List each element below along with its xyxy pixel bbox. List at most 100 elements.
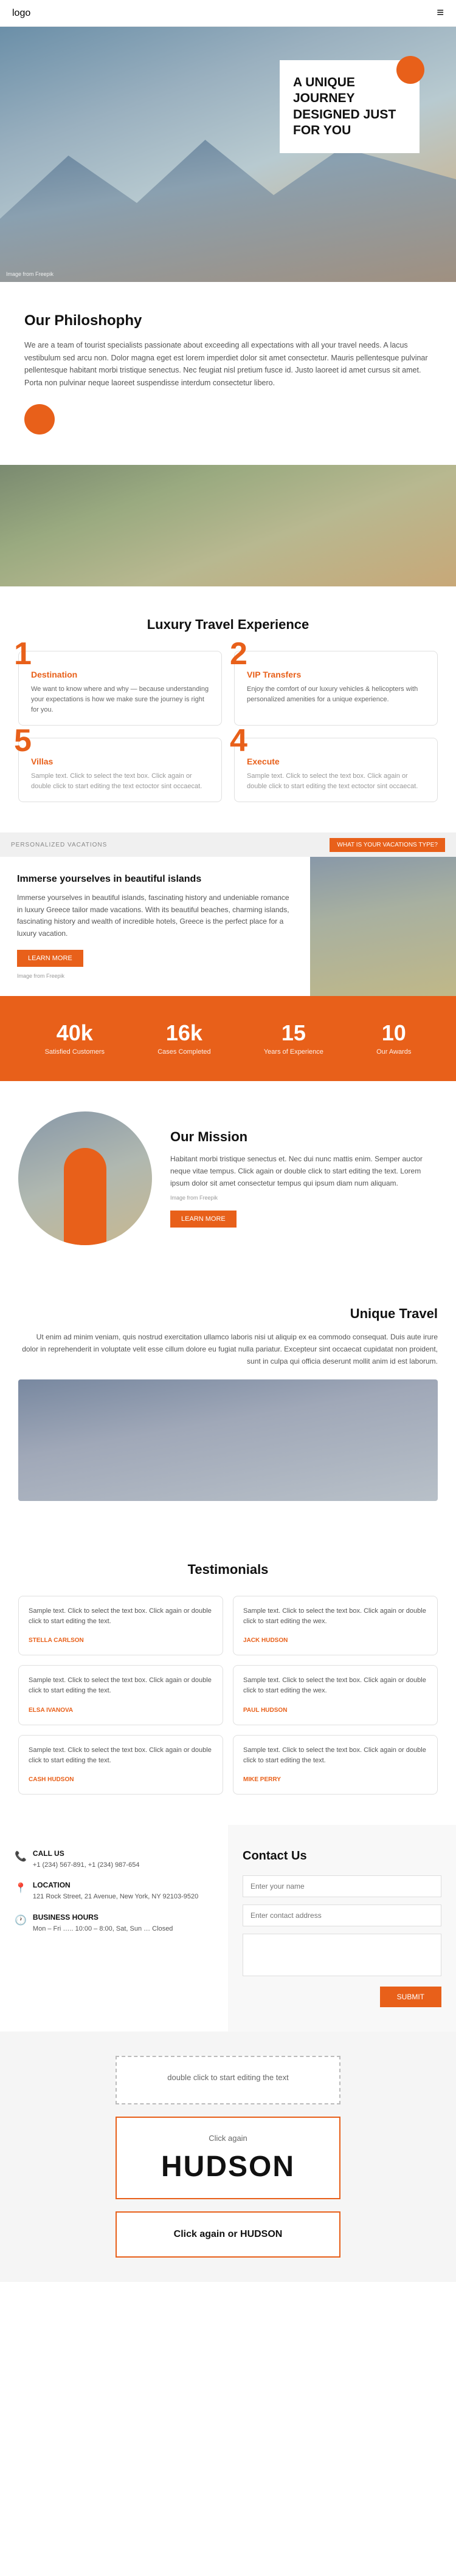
testimonial-name-2: ELSA IVANOVA	[29, 1707, 73, 1714]
vacations-type-button[interactable]: WHAT IS YOUR VACATIONS TYPE?	[330, 838, 445, 852]
contact-form: SUBMIT	[243, 1875, 441, 2007]
contact-call-item: 📞 CALL US +1 (234) 567-891, +1 (234) 987…	[15, 1849, 213, 1870]
stat-item-2: 15 Years of Experience	[264, 1020, 323, 1057]
contact-form-block: Contact Us SUBMIT	[228, 1825, 456, 2032]
personalized-section: PERSONALIZED VACATIONS WHAT IS YOUR VACA…	[0, 833, 456, 996]
stat-item-0: 40k Satisfied Customers	[45, 1020, 105, 1057]
location-label: LOCATION	[33, 1881, 198, 1889]
stat-label-2: Years of Experience	[264, 1048, 323, 1056]
hamburger-icon[interactable]: ≡	[437, 6, 444, 20]
mission-person-figure	[18, 1111, 152, 1245]
luxury-title: Luxury Travel Experience	[18, 617, 438, 633]
testimonial-name-1: JACK HUDSON	[243, 1637, 288, 1644]
editable-instruction-box[interactable]: double click to start editing the text	[116, 2056, 340, 2105]
personalized-image-overlay	[310, 857, 456, 996]
mission-credit: Image from Freepik	[170, 1195, 438, 1201]
luxury-section: Luxury Travel Experience 1 Destination W…	[0, 586, 456, 833]
contact-section: 📞 CALL US +1 (234) 567-891, +1 (234) 987…	[0, 1825, 456, 2032]
personalized-body: Immerse yourselves in beautiful islands,…	[17, 892, 293, 940]
testimonial-card-3: Sample text. Click to select the text bo…	[233, 1665, 438, 1725]
unique-body: Ut enim ad minim veniam, quis nostrud ex…	[18, 1331, 438, 1367]
testimonial-text-4: Sample text. Click to select the text bo…	[29, 1745, 213, 1766]
testimonial-card-5: Sample text. Click to select the text bo…	[233, 1735, 438, 1795]
hours-label: BUSINESS HOURS	[33, 1913, 173, 1922]
testimonial-text-3: Sample text. Click to select the text bo…	[243, 1675, 427, 1696]
personalized-header: PERSONALIZED VACATIONS WHAT IS YOUR VACA…	[0, 833, 456, 857]
mission-body: Habitant morbi tristique senectus et. Ne…	[170, 1153, 438, 1189]
phone-icon: 📞	[15, 1850, 27, 1863]
stat-number-0: 40k	[45, 1020, 105, 1046]
testimonial-name-3: PAUL HUDSON	[243, 1707, 287, 1714]
luxury-card-5-title: Villas	[31, 757, 212, 766]
location-icon: 📍	[15, 1882, 27, 1894]
philosophy-body: We are a team of tourist specialists pas…	[24, 339, 432, 390]
call-text: +1 (234) 567-891, +1 (234) 987-654	[33, 1860, 140, 1870]
stats-section: 40k Satisfied Customers 16k Cases Comple…	[0, 996, 456, 1081]
luxury-card-2-num: 2	[230, 638, 247, 670]
personalized-img-credit: Image from Freepik	[17, 973, 293, 979]
contact-name-input[interactable]	[243, 1875, 441, 1897]
editable-click-box[interactable]: Click again HUDSON	[116, 2117, 340, 2199]
contact-message-input[interactable]	[243, 1934, 441, 1976]
nav-logo: logo	[12, 8, 30, 19]
stat-number-1: 16k	[157, 1020, 210, 1046]
luxury-card-4: 4 Execute Sample text. Click to select t…	[234, 738, 438, 802]
clock-icon: 🕐	[15, 1914, 27, 1926]
luxury-card-5-num: 5	[14, 725, 32, 757]
luxury-card-1-num: 1	[14, 638, 32, 670]
contact-email-input[interactable]	[243, 1905, 441, 1926]
learn-more-button[interactable]: LEARN MORE	[17, 950, 83, 967]
testimonials-title: Testimonials	[18, 1562, 438, 1578]
luxury-card-2-title: VIP Transfers	[247, 670, 427, 679]
philosophy-title: Our Philoshophy	[24, 312, 432, 329]
testimonials-grid: Sample text. Click to select the text bo…	[18, 1596, 438, 1794]
luxury-card-1: 1 Destination We want to know where and …	[18, 651, 222, 726]
luxury-card-1-title: Destination	[31, 670, 212, 679]
personalized-text: Immerse yourselves in beautiful islands …	[0, 857, 310, 996]
luxury-card-4-num: 4	[230, 725, 247, 757]
testimonial-text-2: Sample text. Click to select the text bo…	[29, 1675, 213, 1696]
testimonial-text-0: Sample text. Click to select the text bo…	[29, 1606, 213, 1627]
hours-text: Mon – Fri ….. 10:00 – 8:00, Sat, Sun … C…	[33, 1924, 173, 1934]
location-text: 121 Rock Street, 21 Avenue, New York, NY…	[33, 1892, 198, 1902]
stat-label-3: Our Awards	[376, 1048, 411, 1056]
luxury-card-2-text: Enjoy the comfort of our luxury vehicles…	[247, 684, 427, 705]
stat-label-1: Cases Completed	[157, 1048, 210, 1056]
luxury-card-2: 2 VIP Transfers Enjoy the comfort of our…	[234, 651, 438, 726]
testimonial-card-0: Sample text. Click to select the text bo…	[18, 1596, 223, 1655]
hero-orange-accent	[396, 56, 424, 84]
click-again-hudson-box[interactable]: Click again or HUDSON	[116, 2211, 340, 2258]
testimonial-card-1: Sample text. Click to select the text bo…	[233, 1596, 438, 1655]
hudson-text: HUDSON	[131, 2150, 325, 2183]
personalized-content: Immerse yourselves in beautiful islands …	[0, 857, 456, 996]
testimonial-name-5: MIKE PERRY	[243, 1776, 281, 1783]
stat-label-0: Satisfied Customers	[45, 1048, 105, 1056]
stat-item-1: 16k Cases Completed	[157, 1020, 210, 1057]
unique-title: Unique Travel	[18, 1306, 438, 1322]
philosophy-orange-circle	[24, 404, 55, 434]
luxury-card-5-text: Sample text. Click to select the text bo…	[31, 771, 212, 792]
personalized-image	[310, 857, 456, 996]
testimonial-name-0: STELLA CARLSON	[29, 1637, 84, 1644]
contact-submit-button[interactable]: SUBMIT	[380, 1987, 441, 2007]
contact-form-title: Contact Us	[243, 1849, 441, 1863]
luxury-grid: 1 Destination We want to know where and …	[18, 651, 438, 802]
hero-section: A UNIQUE JOURNEY DESIGNED JUST FOR YOU I…	[0, 27, 456, 282]
stat-number-3: 10	[376, 1020, 411, 1046]
mission-learn-more-button[interactable]: LEARN MORE	[170, 1211, 237, 1228]
testimonials-section: Testimonials Sample text. Click to selec…	[0, 1531, 456, 1824]
mission-text-block: Our Mission Habitant morbi tristique sen…	[170, 1129, 438, 1227]
testimonial-name-4: CASH HUDSON	[29, 1776, 74, 1783]
contact-location-item: 📍 LOCATION 121 Rock Street, 21 Avenue, N…	[15, 1881, 213, 1902]
stat-item-3: 10 Our Awards	[376, 1020, 411, 1057]
luxury-card-4-text: Sample text. Click to select the text bo…	[247, 771, 427, 792]
unique-image-overlay	[18, 1379, 438, 1501]
personalized-label: PERSONALIZED VACATIONS	[11, 842, 107, 848]
hero-image-credit: Image from Freepik	[6, 271, 54, 277]
stat-number-2: 15	[264, 1020, 323, 1046]
luxury-card-1-text: We want to know where and why — because …	[31, 684, 212, 715]
navbar: logo ≡	[0, 0, 456, 27]
contact-info-block: 📞 CALL US +1 (234) 567-891, +1 (234) 987…	[0, 1825, 228, 2032]
instruction-text-2: Click again	[131, 2132, 325, 2145]
unique-section: Unique Travel Ut enim ad minim veniam, q…	[0, 1276, 456, 1531]
